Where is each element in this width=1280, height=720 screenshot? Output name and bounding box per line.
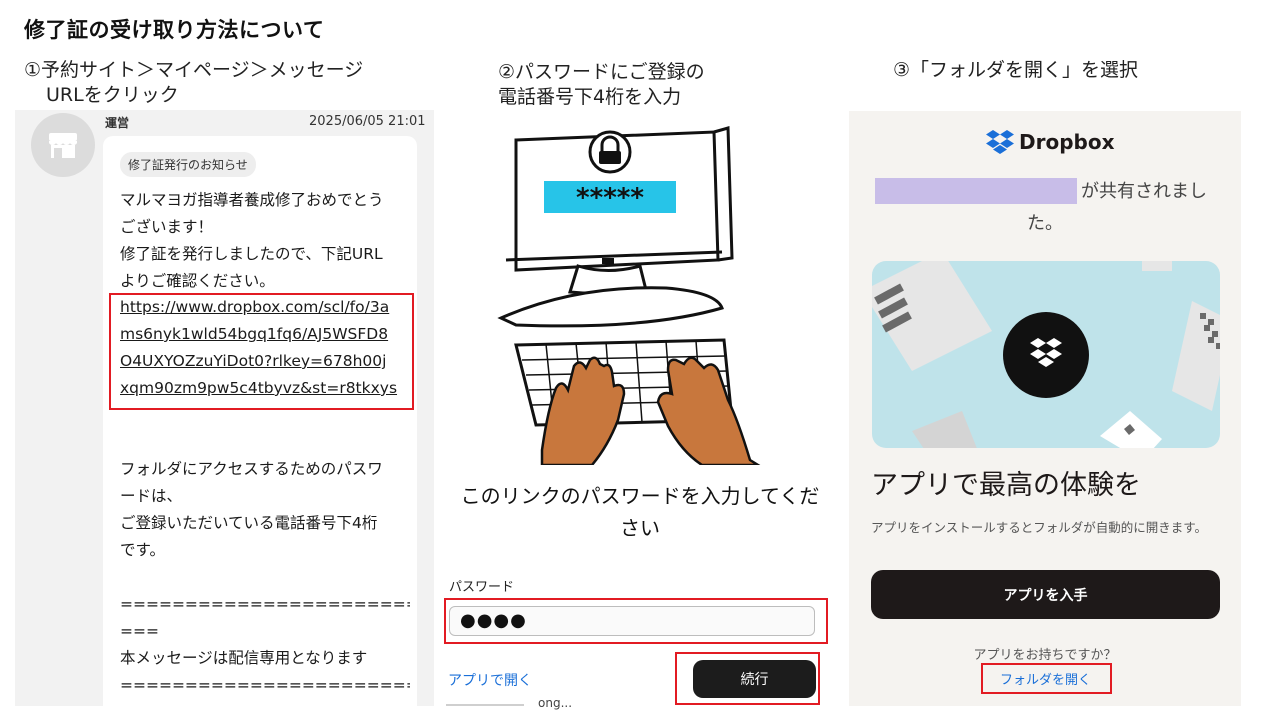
open-folder-highlight-box [981,663,1112,694]
password-label: パスワード [449,580,515,595]
step1-line2: URLをクリック [46,84,179,106]
have-app-text: アプリをお持ちですか？ [973,648,1117,663]
get-app-button[interactable]: アプリを入手 [871,570,1220,619]
message-line: ードは、 [120,487,183,505]
password-highlight-box [444,598,828,644]
dropbox-panel: Dropbox が共有されまし た。 アプリで最高の体験を アプリをインストール… [849,111,1241,706]
message-panel: 運営 2025/06/05 21:01 修了証発行のお知らせ マルマヨガ指導者養… [15,110,434,706]
step2-caption: ②パスワードにご登録の 電話番号下4桁を入力 [498,60,705,110]
step1-line1: ①予約サイト＞マイページ＞メッセージ [24,59,364,81]
continue-highlight-box [675,652,820,705]
message-line: フォルダにアクセスするためのパスワ [120,460,383,478]
separator-line: ========================== [120,676,410,694]
message-tag: 修了証発行のお知らせ [120,152,256,177]
app-heading: アプリで最高の体験を [871,470,1141,501]
message-line: 修了証を発行しましたので、下記URL [120,245,383,263]
separator-line: ========================== [120,595,410,613]
password-panel: ***** このリンクのパスワードを入力してくだ さい パスワード ●●●● ア… [442,110,838,720]
avatar [31,113,95,177]
step2-line1: ②パスワードにご登録の [498,61,705,83]
app-description: アプリをインストールするとフォルダが自動的に開きます。 [871,520,1208,535]
lock-icon [588,130,632,174]
dropbox-brand: Dropbox [1019,130,1115,154]
password-heading-line1: このリンクのパスワードを入力してくだ [460,484,820,508]
password-heading-line2: さい [620,516,660,540]
message-line: よりご確認ください。 [120,272,275,290]
sender-name: 運営 [105,116,130,130]
message-body-1: マルマヨガ指導者養成修了おめでとう ございます！ 修了証を発行しましたので、下記… [120,187,410,295]
open-in-app-link[interactable]: アプリで開く [448,670,532,690]
notice-text: 本メッセージは配信専用となります [120,649,368,667]
dropbox-logo: Dropbox [985,129,1114,155]
message-timestamp: 2025/06/05 21:01 [309,114,426,129]
shop-icon [49,133,77,158]
divider [446,704,524,706]
password-banner-stars: ***** [576,183,644,213]
step2-line2: 電話番号下4桁を入力 [498,86,682,108]
redacted-name [875,178,1077,204]
message-footer: ========================== === 本メッセージは配信… [120,591,410,699]
message-line: です。 [120,541,165,559]
message-line: ご登録いただいている電話番号下4桁 [120,514,378,532]
step1-caption: ①予約サイト＞マイページ＞メッセージ URLをクリック [24,58,363,108]
shared-text-line1: が共有されまし [1081,181,1207,202]
separator-line: === [120,622,159,640]
cut-off-text: ong... [538,696,573,710]
dropbox-illustration [872,261,1220,448]
password-heading: このリンクのパスワードを入力してくだ さい [450,480,830,544]
computer-typing-illustration: ***** [497,126,761,465]
message-body-2: フォルダにアクセスするためのパスワ ードは、 ご登録いただいている電話番号下4桁… [120,456,410,564]
link-highlight-box [109,293,414,410]
page-title: 修了証の受け取り方法について [24,18,325,42]
step3-caption: ③「フォルダを開く」を選択 [893,59,1139,81]
message-line: ございます！ [120,218,214,236]
shared-text-line2: た。 [1027,213,1063,234]
message-line: マルマヨガ指導者養成修了おめでとう [120,191,384,209]
dropbox-icon [986,130,1014,154]
